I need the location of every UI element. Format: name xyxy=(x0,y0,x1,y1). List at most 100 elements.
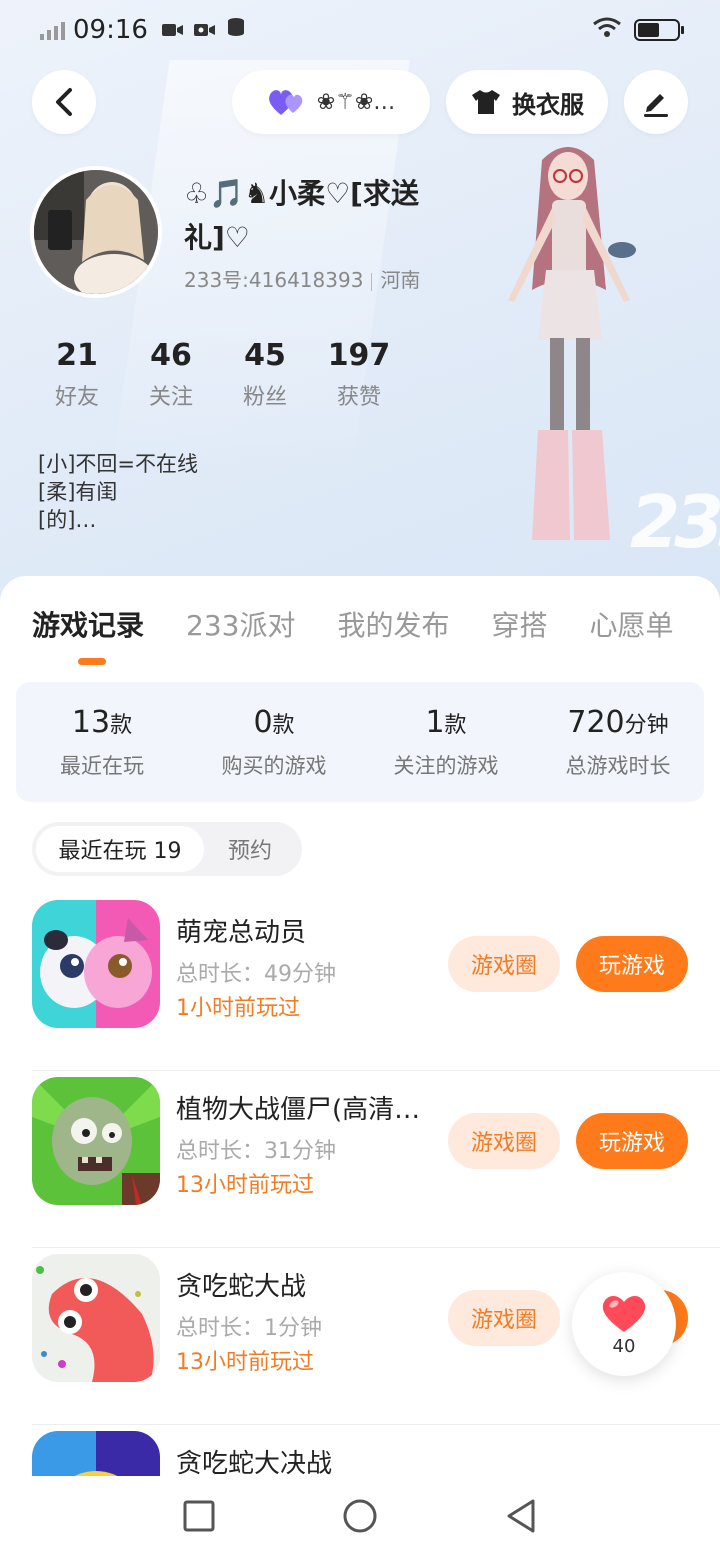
game-row[interactable]: 植物大战僵尸(高清… 总时长：31分钟 13小时前玩过 游戏圈 玩游戏 xyxy=(0,1071,720,1248)
stat-fans[interactable]: 45 粉丝 xyxy=(218,338,312,411)
profile-stats: 21 好友 46 关注 45 粉丝 197 获赞 xyxy=(30,338,406,411)
summary-value: 13款 xyxy=(16,705,188,740)
stat-value: 197 xyxy=(327,338,391,373)
game-list: 萌宠总动员 总时长：49分钟 1小时前玩过 游戏圈 玩游戏 植物大战僵尸(高清…… xyxy=(0,894,720,1560)
tab-bar: 游戏记录 233派对 我的发布 穿搭 心愿单 xyxy=(32,604,716,644)
summary-recent[interactable]: 13款 最近在玩 xyxy=(16,705,188,780)
back-button[interactable] xyxy=(32,70,96,134)
summary-unit: 分钟 xyxy=(624,712,669,738)
status-bar: 09:16 xyxy=(0,0,720,60)
bio-line: [小]不回=不在线 xyxy=(38,452,198,476)
play-game-button[interactable]: 玩游戏 xyxy=(576,1113,688,1169)
profile-header: 09:16 ❀⚚❀… 换衣服 ♧🎵♞小柔♡[求送礼]♡ 233号:4164183… xyxy=(0,0,720,620)
user-id-line: 233号:416418393 河南 xyxy=(184,264,420,293)
game-title: 贪吃蛇大战 xyxy=(176,1272,307,1302)
video-camera-icon xyxy=(161,15,184,45)
content-sheet: 游戏记录 233派对 我的发布 穿搭 心愿单 13款 最近在玩 0款 购买的游戏… xyxy=(0,576,720,1560)
game-duration: 总时长：31分钟 xyxy=(176,1139,336,1164)
segment-recent-playing[interactable]: 最近在玩 19 xyxy=(36,826,204,872)
edit-profile-button[interactable] xyxy=(624,70,688,134)
game-duration: 总时长：49分钟 xyxy=(176,962,336,987)
video-record-icon xyxy=(193,15,216,45)
summary-unit: 款 xyxy=(272,712,295,738)
game-title: 植物大战僵尸(高清… xyxy=(176,1095,421,1125)
home-button[interactable] xyxy=(342,1498,378,1538)
stat-label: 关注 xyxy=(148,385,193,410)
summary-number: 0 xyxy=(253,704,273,740)
stat-friends[interactable]: 21 好友 xyxy=(30,338,124,411)
bio-line: [柔]有闺 xyxy=(38,480,118,504)
wifi-icon xyxy=(592,15,622,45)
summary-number: 13 xyxy=(71,704,111,740)
stat-value: 21 xyxy=(56,338,98,373)
nav-back-button[interactable] xyxy=(505,1498,537,1538)
stat-following[interactable]: 46 关注 xyxy=(124,338,218,411)
divider xyxy=(371,272,373,291)
play-game-button[interactable]: 玩游戏 xyxy=(576,936,688,992)
summary-followed[interactable]: 1款 关注的游戏 xyxy=(360,705,532,780)
summary-total-time[interactable]: 720分钟 总游戏时长 xyxy=(532,705,704,780)
heart-icon xyxy=(602,1295,646,1332)
tab-indicator xyxy=(78,658,106,665)
summary-label: 关注的游戏 xyxy=(393,753,499,778)
badge-label: ❀⚚❀… xyxy=(316,89,396,115)
change-outfit-label: 换衣服 xyxy=(512,90,584,119)
recent-apps-button[interactable] xyxy=(183,1500,215,1536)
game-icon-pet xyxy=(32,900,160,1028)
stat-label: 粉丝 xyxy=(242,385,287,410)
summary-value: 0款 xyxy=(188,705,360,740)
bio-line: [的]… xyxy=(38,508,97,532)
tab-wishlist[interactable]: 心愿单 xyxy=(590,604,674,644)
avatar[interactable] xyxy=(30,166,162,298)
tab-233-party[interactable]: 233派对 xyxy=(186,604,295,644)
game-title: 萌宠总动员 xyxy=(176,918,307,948)
bio: [小]不回=不在线 [柔]有闺 [的]… xyxy=(38,450,198,534)
square-icon xyxy=(183,1500,215,1532)
change-outfit-button[interactable]: 换衣服 xyxy=(446,70,608,134)
storage-icon xyxy=(226,15,248,45)
game-summary: 13款 最近在玩 0款 购买的游戏 1款 关注的游戏 720分钟 总游戏时长 xyxy=(16,682,704,802)
summary-purchased[interactable]: 0款 购买的游戏 xyxy=(188,705,360,780)
battery-icon xyxy=(634,19,684,41)
like-button[interactable]: 40 xyxy=(572,1272,676,1376)
badge-button[interactable]: ❀⚚❀… xyxy=(232,70,430,134)
filter-segment: 最近在玩 19 预约 xyxy=(32,822,302,876)
circle-icon xyxy=(343,1499,377,1533)
heart-badge-icon xyxy=(268,90,303,115)
tshirt-icon xyxy=(472,90,500,114)
summary-number: 720 xyxy=(567,704,625,740)
summary-label: 总游戏时长 xyxy=(565,753,671,778)
stat-value: 46 xyxy=(150,338,192,373)
triangle-back-icon xyxy=(507,1499,535,1533)
tab-my-posts[interactable]: 我的发布 xyxy=(337,604,449,644)
game-circle-button[interactable]: 游戏圈 xyxy=(448,936,560,992)
summary-value: 720分钟 xyxy=(532,705,704,740)
summary-unit: 款 xyxy=(110,712,133,738)
segment-reservation[interactable]: 预约 xyxy=(204,826,296,872)
username: ♧🎵♞小柔♡[求送礼]♡ xyxy=(184,177,419,254)
summary-label: 最近在玩 xyxy=(60,753,144,778)
game-duration: 总时长：1分钟 xyxy=(176,1316,322,1341)
game-title: 贪吃蛇大决战 xyxy=(176,1449,333,1479)
avatar-photo xyxy=(34,170,158,294)
stat-label: 好友 xyxy=(54,385,99,410)
game-row[interactable]: 萌宠总动员 总时长：49分钟 1小时前玩过 游戏圈 玩游戏 xyxy=(0,894,720,1071)
tab-game-records[interactable]: 游戏记录 xyxy=(32,604,144,644)
summary-unit: 款 xyxy=(444,712,467,738)
game-icon-zombie xyxy=(32,1077,160,1205)
summary-label: 购买的游戏 xyxy=(221,753,327,778)
game-last-played: 13小时前玩过 xyxy=(176,1350,314,1375)
status-time: 09:16 xyxy=(73,15,148,45)
tab-outfits[interactable]: 穿搭 xyxy=(491,604,547,644)
game-circle-button[interactable]: 游戏圈 xyxy=(448,1290,560,1346)
stat-label: 获赞 xyxy=(336,385,381,410)
edit-pencil-icon xyxy=(644,94,668,117)
chevron-left-icon xyxy=(56,88,72,116)
summary-value: 1款 xyxy=(360,705,532,740)
game-last-played: 1小时前玩过 xyxy=(176,996,300,1021)
game-circle-button[interactable]: 游戏圈 xyxy=(448,1113,560,1169)
system-nav-bar xyxy=(0,1476,720,1560)
stat-likes[interactable]: 197 获赞 xyxy=(312,338,406,411)
like-count: 40 xyxy=(612,1335,636,1357)
game-icon-snake xyxy=(32,1254,160,1382)
